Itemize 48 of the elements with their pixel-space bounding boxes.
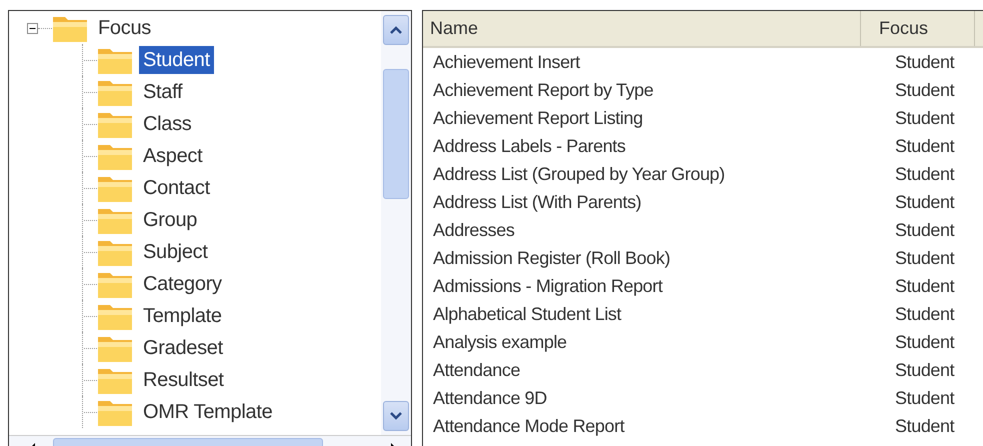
tree-item[interactable]: Resultset [139,366,228,394]
table-cell-text: Student [894,360,956,380]
table-cell-text: Achievement Insert [432,52,582,72]
table-cell-text: Student [894,164,956,184]
scroll-down-icon[interactable] [383,401,409,431]
tree-item[interactable]: Contact [139,174,214,202]
tree-item[interactable]: Class [139,110,196,138]
table-cell-text: Student [894,416,956,436]
tree-item[interactable]: Subject [139,238,212,266]
table-cell-text: Student [894,136,956,156]
table-cell-text: Student [894,248,956,268]
tree-item[interactable]: Staff [139,78,186,106]
table-cell-text: Student [894,108,956,128]
column-header[interactable]: Name [423,11,861,46]
collapse-icon[interactable] [27,22,38,34]
vertical-scrollbar[interactable] [381,11,411,435]
table-cell-text: Analysis example [432,332,568,352]
tree-item[interactable]: Student [139,46,214,74]
scroll-up-icon[interactable] [383,15,409,45]
table-cell-text: Student [894,192,956,212]
table-cell-text: Student [894,332,956,352]
column-header[interactable]: Focus [861,11,975,46]
table-cell-text: Address Labels - Parents [432,136,627,156]
table-cell-text: Address List (Grouped by Year Group) [432,164,726,184]
table-cell-text: Addresses [432,220,516,240]
table-cell-text: Student [894,80,956,100]
tree-item[interactable]: Focus [94,14,155,42]
scroll-thumb[interactable] [383,69,409,199]
table-cell-text: Address List (With Parents) [432,192,642,212]
table-cell-text: Student [894,220,956,240]
table-cell-text: Alphabetical Student List [432,304,622,324]
tree-item[interactable]: Template [139,302,226,330]
tree-item[interactable]: OMR Template [139,398,276,426]
tree-item[interactable]: Aspect [139,142,206,170]
table-cell-text: Attendance 9D [432,388,548,408]
table-cell-text: Student [894,388,956,408]
table-cell-text: Attendance [432,360,522,380]
table-cell-text: Admission Register (Roll Book) [432,248,672,268]
table-cell-text: Achievement Report Listing [432,108,644,128]
table-cell-text: Admissions - Migration Report [432,276,664,296]
table-cell-text: Achievement Report by Type [432,80,654,100]
tree-item[interactable]: Group [139,206,202,234]
table-cell-text: Attendance Mode Report [432,416,626,436]
table-cell-text: Student [894,304,956,324]
table-cell-text: Student [894,52,956,72]
tree-item[interactable]: Gradeset [139,334,227,362]
table-cell-text: Student [894,276,956,296]
tree-item[interactable]: Category [139,270,226,298]
